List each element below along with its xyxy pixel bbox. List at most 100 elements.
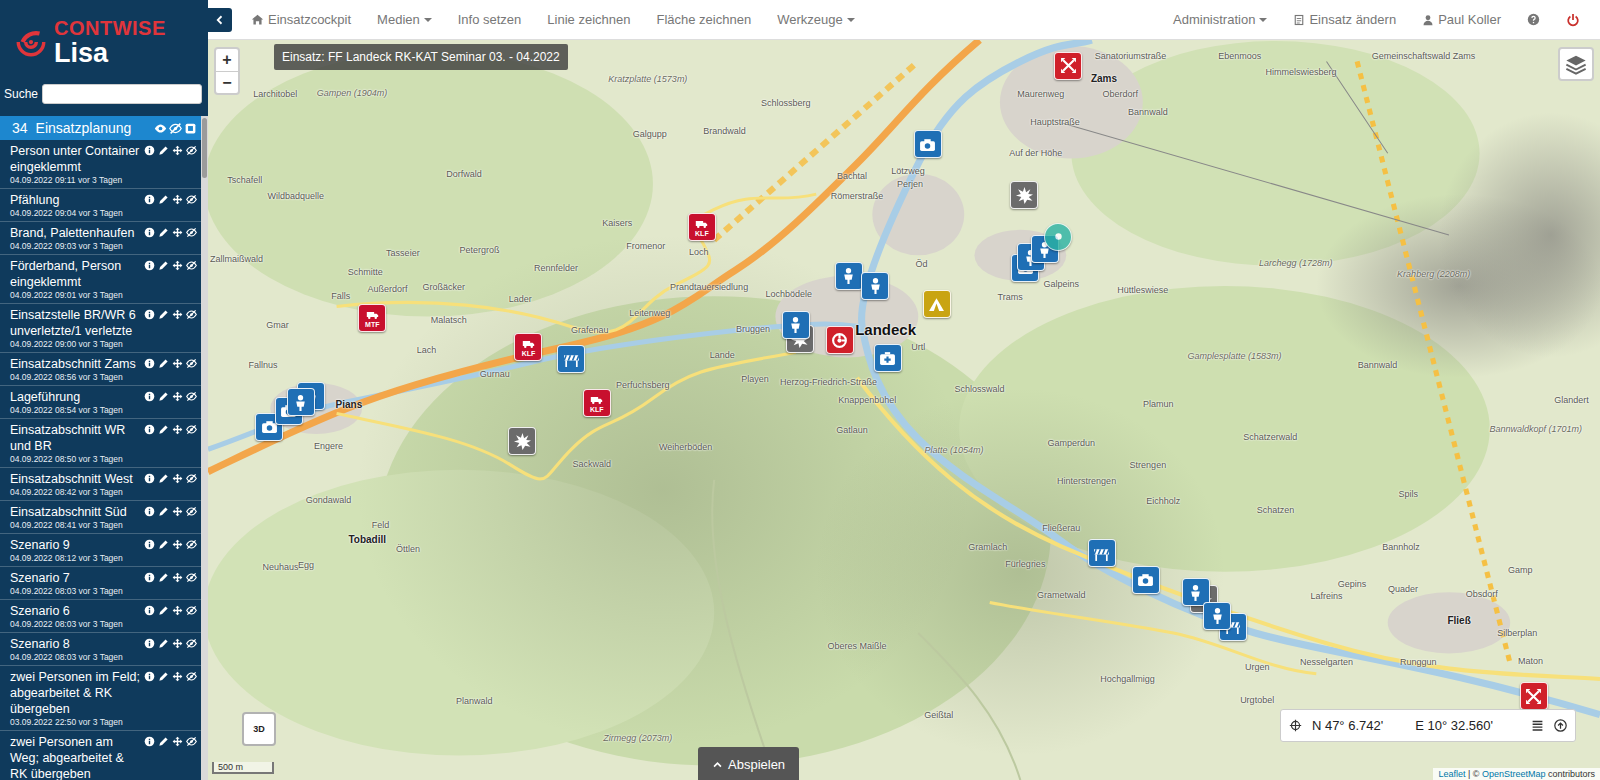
layers-button[interactable] [1558,47,1594,81]
info-icon[interactable] [144,391,155,402]
sidebar-item[interactable]: Einsatzabschnitt WR und BR04.09.2022 08:… [0,419,201,468]
pencil-icon[interactable] [158,424,169,435]
osm-link[interactable]: OpenStreetMap [1482,769,1546,779]
sidebar-item[interactable]: Lageführung04.09.2022 08:54 vor 3 Tagen [0,386,201,419]
sidebar-item[interactable]: zwei Personen im Feld; abgearbeitet & RK… [0,666,201,731]
sidebar-item[interactable]: Brand, Palettenhaufen04.09.2022 09:03 vo… [0,222,201,255]
move-icon[interactable] [172,309,183,320]
move-icon[interactable] [172,506,183,517]
pencil-icon[interactable] [158,572,169,583]
info-icon[interactable] [144,539,155,550]
sidebar-item[interactable]: Szenario 804.09.2022 08:03 vor 3 Tagen [0,633,201,666]
move-icon[interactable] [172,605,183,616]
info-icon[interactable] [144,358,155,369]
info-icon[interactable] [144,424,155,435]
move-icon[interactable] [172,145,183,156]
info-icon[interactable] [144,736,155,747]
pencil-icon[interactable] [158,145,169,156]
move-icon[interactable] [172,671,183,682]
info-icon[interactable] [144,506,155,517]
sidebar-item[interactable]: Pfählung04.09.2022 09:04 vor 3 Tagen [0,189,201,222]
logout-button[interactable] [1553,13,1600,27]
eye-icon[interactable] [154,122,167,135]
sidebar-item[interactable]: zwei Personen am Weg; abgearbeitet & RK … [0,731,201,780]
eye-slash-icon[interactable] [186,506,197,517]
eye-slash-icon[interactable] [186,572,197,583]
move-icon[interactable] [172,194,183,205]
crosshair-icon[interactable] [1289,719,1302,732]
help-button[interactable] [1514,13,1553,26]
pencil-icon[interactable] [158,539,169,550]
pencil-icon[interactable] [158,671,169,682]
collapse-button[interactable] [208,8,232,32]
pencil-icon[interactable] [158,638,169,649]
scrollbar[interactable] [201,116,208,780]
map-pin[interactable] [782,311,810,339]
info-icon[interactable] [144,671,155,682]
map-pin[interactable] [508,427,536,455]
pencil-icon[interactable] [158,605,169,616]
nav-item[interactable]: Info setzen [445,12,535,27]
logo[interactable]: CONTWISELisa [0,0,208,82]
map-pin[interactable] [1010,181,1038,209]
eye-slash-icon[interactable] [186,194,197,205]
info-icon[interactable] [144,194,155,205]
move-icon[interactable] [172,358,183,369]
eye-slash-icon[interactable] [186,309,197,320]
pencil-icon[interactable] [158,358,169,369]
zoom-out-button[interactable]: − [216,71,238,93]
eye-slash-icon[interactable] [186,145,197,156]
map-pin[interactable] [1088,539,1116,567]
eye-slash-icon[interactable] [186,260,197,271]
sidebar-item[interactable]: Person unter Container eingeklemmt04.09.… [0,140,201,189]
pencil-icon[interactable] [158,506,169,517]
search-input[interactable] [42,84,202,104]
map-pin[interactable]: KLF [514,333,542,361]
map-pin[interactable]: KLF [688,213,716,241]
pencil-icon[interactable] [158,736,169,747]
sidebar-item[interactable]: Einsatzabschnitt Süd04.09.2022 08:41 vor… [0,501,201,534]
nav-item[interactable]: Fläche zeichnen [643,12,764,27]
sidebar-item[interactable]: Szenario 604.09.2022 08:03 vor 3 Tagen [0,600,201,633]
map-pin[interactable] [874,344,902,372]
nav-item[interactable]: Medien [364,12,445,27]
move-icon[interactable] [172,572,183,583]
eye-slash-icon[interactable] [186,605,197,616]
nav-item[interactable]: Paul Koller [1409,12,1514,27]
map-pin[interactable] [557,345,585,373]
info-icon[interactable] [144,572,155,583]
pencil-icon[interactable] [158,227,169,238]
scroll-thumb[interactable] [202,118,207,178]
move-icon[interactable] [172,473,183,484]
info-icon[interactable] [144,638,155,649]
leaflet-link[interactable]: Leaflet [1438,769,1465,779]
map-pin[interactable] [835,262,863,290]
eye-slash-icon[interactable] [186,539,197,550]
map-pin[interactable] [923,290,951,318]
sidebar-item[interactable]: Szenario 904.09.2022 08:12 vor 3 Tagen [0,534,201,567]
move-icon[interactable] [172,539,183,550]
sidebar-item[interactable]: Einsatzabschnitt Zams04.09.2022 08:56 vo… [0,353,201,386]
sidebar-item[interactable]: Einsatzstelle BR/WR 6 unverletzte/1 verl… [0,304,201,353]
info-icon[interactable] [144,227,155,238]
eye-slash-icon[interactable] [169,122,182,135]
map-pin[interactable] [826,326,854,354]
pencil-icon[interactable] [158,309,169,320]
info-icon[interactable] [144,309,155,320]
zoom-in-button[interactable]: + [216,49,238,71]
nav-item[interactable]: Administration [1160,12,1280,27]
pencil-icon[interactable] [158,194,169,205]
info-icon[interactable] [144,145,155,156]
move-icon[interactable] [172,227,183,238]
map-pin[interactable] [1203,602,1231,630]
map-pin[interactable] [1044,223,1072,251]
pencil-icon[interactable] [158,391,169,402]
sidebar-item[interactable]: Szenario 704.09.2022 08:03 vor 3 Tagen [0,567,201,600]
move-icon[interactable] [172,260,183,271]
arrow-up-icon[interactable] [1554,719,1567,732]
list-header[interactable]: 34Einsatzplanung [0,116,201,140]
nav-item[interactable]: Werkzeuge [764,12,868,27]
map-pin[interactable] [1132,566,1160,594]
pencil-icon[interactable] [158,473,169,484]
eye-slash-icon[interactable] [186,227,197,238]
